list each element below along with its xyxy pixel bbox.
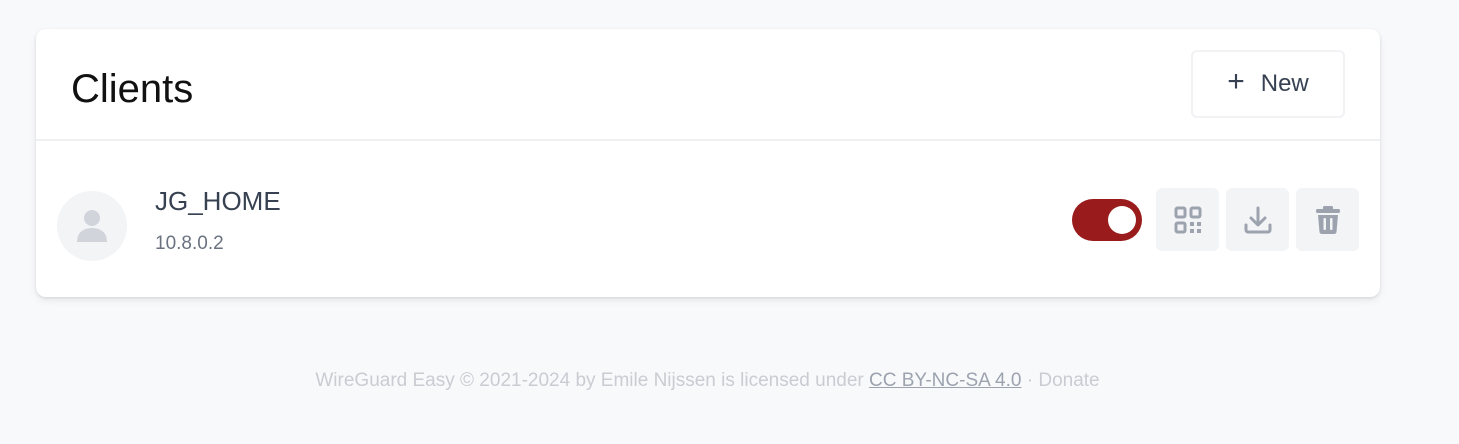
client-row: JG_HOME 10.8.0.2 (36, 141, 1380, 297)
page-title: Clients (71, 67, 194, 111)
donate-link[interactable]: Donate (1038, 370, 1099, 391)
trash-icon (1315, 205, 1340, 234)
download-config-button[interactable] (1226, 188, 1289, 251)
toggle-knob (1108, 206, 1136, 234)
download-icon (1244, 206, 1271, 233)
avatar (57, 191, 127, 261)
client-enable-toggle[interactable] (1072, 199, 1142, 241)
user-icon (77, 210, 107, 242)
new-button-label: New (1260, 70, 1309, 97)
clients-card: Clients + New JG_HOME 10.8.0.2 (36, 29, 1380, 297)
show-qr-code-button[interactable] (1156, 188, 1219, 251)
client-name: JG_HOME (155, 186, 281, 216)
client-address: 10.8.0.2 (155, 233, 224, 254)
card-header: Clients + New (36, 29, 1380, 141)
license-link[interactable]: CC BY-NC-SA 4.0 (869, 370, 1021, 391)
footer-text: WireGuard Easy © 2021-2024 by Emile Nijs… (315, 370, 870, 391)
plus-icon: + (1227, 65, 1245, 98)
delete-client-button[interactable] (1296, 188, 1359, 251)
footer-separator: · (1021, 370, 1039, 391)
qr-code-icon (1174, 206, 1201, 233)
footer: WireGuard Easy © 2021-2024 by Emile Nijs… (0, 370, 1415, 392)
new-client-button[interactable]: + New (1191, 50, 1345, 118)
